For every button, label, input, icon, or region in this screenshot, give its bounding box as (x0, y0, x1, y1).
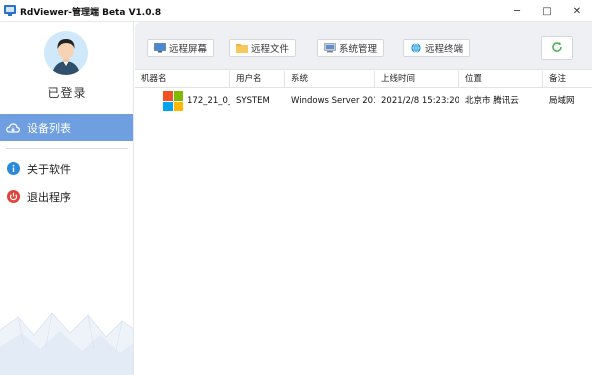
refresh-icon (551, 41, 563, 56)
cell-user: SYSTEM (236, 96, 270, 106)
maximize-button[interactable]: □ (532, 0, 562, 22)
close-button[interactable]: ✕ (562, 0, 592, 22)
window-title: RdViewer-管理端 Beta V1.0.8 (20, 8, 162, 18)
system-manage-button[interactable]: 系统管理 (317, 39, 385, 57)
folder-icon (236, 43, 248, 53)
cell-online-time: 2021/2/8 15:23:20 (381, 96, 459, 106)
remote-file-button[interactable]: 远程文件 (229, 39, 297, 57)
sidebar-item-label: 关于软件 (27, 162, 71, 176)
column-header-location[interactable]: 位置 (459, 71, 543, 88)
column-header-os[interactable]: 系统 (285, 71, 375, 88)
remote-terminal-button[interactable]: 远程终端 (403, 39, 471, 57)
mountain-decoration (0, 312, 133, 375)
refresh-button[interactable] (541, 36, 573, 60)
remote-screen-button[interactable]: 远程屏幕 (147, 39, 215, 57)
power-icon (6, 190, 20, 204)
sidebar-item-exit[interactable]: 退出程序 (0, 183, 133, 210)
cell-machine: 172_21_0_3 (187, 96, 230, 106)
column-header-user[interactable]: 用户名 (230, 71, 285, 88)
cell-location: 北京市 腾讯云 (465, 96, 519, 106)
sidebar-item-label: 退出程序 (27, 190, 71, 204)
info-icon (6, 162, 20, 176)
device-table-header: 机器名 用户名 系统 上线时间 位置 备注 (135, 71, 592, 88)
toolbar: 远程屏幕 远程文件 系统管理 远程终端 (135, 22, 592, 70)
sidebar: 已登录 设备列表 关于软件 退出程序 (0, 22, 134, 375)
toolbar-button-label: 远程终端 (425, 44, 464, 55)
sidebar-item-device-list[interactable]: 设备列表 (0, 114, 133, 141)
windows-logo-icon (163, 91, 183, 111)
login-status: 已登录 (47, 86, 87, 100)
table-row[interactable]: 172_21_0_3 SYSTEM Windows Server 2012 ..… (135, 89, 592, 113)
cloud-icon (6, 121, 20, 135)
toolbar-button-label: 系统管理 (339, 44, 378, 55)
cell-note: 局域网 (549, 96, 575, 106)
column-header-online-time[interactable]: 上线时间 (375, 71, 459, 88)
sidebar-item-about[interactable]: 关于软件 (0, 155, 133, 182)
terminal-icon (410, 43, 422, 53)
toolbar-button-label: 远程文件 (251, 44, 290, 55)
avatar (44, 31, 88, 75)
column-header-note[interactable]: 备注 (543, 71, 592, 88)
monitor-icon (154, 43, 166, 53)
system-icon (324, 43, 336, 53)
minimize-button[interactable]: ─ (502, 0, 532, 22)
column-header-machine[interactable]: 机器名 (135, 71, 230, 88)
cell-os: Windows Server 2012 ... (291, 96, 375, 106)
app-icon (4, 4, 16, 16)
main-panel: 远程屏幕 远程文件 系统管理 远程终端 机器名 用户名 系统 上线时间 位置 备… (135, 22, 592, 375)
title-bar: RdViewer-管理端 Beta V1.0.8 ─ □ ✕ (0, 0, 592, 22)
toolbar-button-label: 远程屏幕 (169, 44, 208, 55)
sidebar-divider (6, 148, 128, 149)
sidebar-item-label: 设备列表 (27, 121, 71, 135)
